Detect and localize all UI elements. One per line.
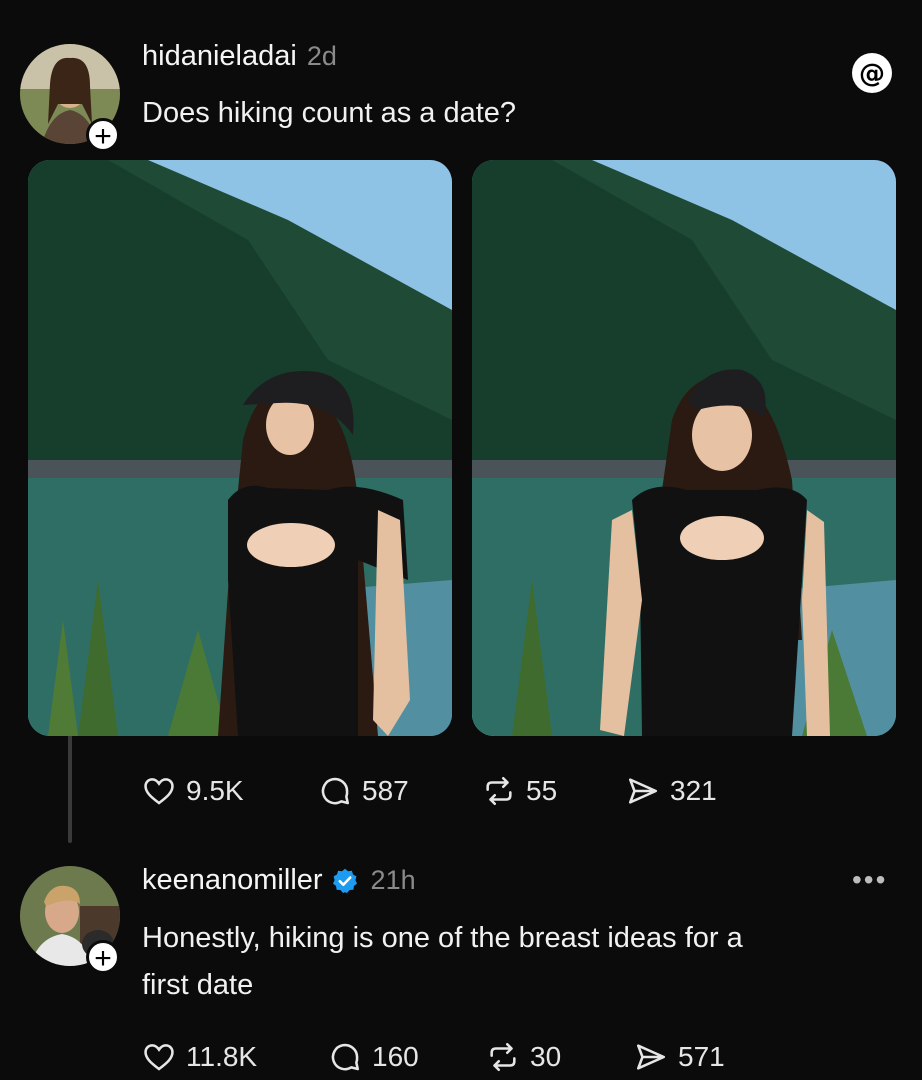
like-action[interactable]: 9.5K	[142, 774, 244, 808]
repost-icon	[486, 776, 512, 806]
like-action[interactable]: 11.8K	[142, 1040, 257, 1074]
threads-logo-icon[interactable]: @	[851, 52, 893, 94]
heart-icon	[144, 1044, 174, 1071]
follow-plus-button[interactable]: +	[86, 940, 120, 975]
post-text: Does hiking count as a date?	[142, 97, 517, 129]
send-icon	[628, 778, 658, 804]
reply-text: Honestly, hiking is one of the breast id…	[142, 915, 912, 1009]
thread-line	[68, 735, 72, 843]
repost-action[interactable]: 55	[482, 774, 557, 808]
reply-action[interactable]: 587	[318, 774, 409, 808]
share-count: 571	[678, 1041, 725, 1072]
photo-image	[28, 160, 452, 736]
reply-action[interactable]: 160	[328, 1040, 419, 1074]
post-photo-2[interactable]	[472, 160, 896, 736]
post-photo-1[interactable]	[28, 160, 452, 736]
like-count: 11.8K	[186, 1041, 258, 1072]
repost-icon	[490, 1042, 516, 1072]
more-options-button[interactable]: •••	[852, 864, 887, 896]
share-action[interactable]: 321	[626, 774, 717, 808]
svg-text:@: @	[859, 59, 885, 89]
reply-count: 587	[362, 775, 409, 806]
reply-username[interactable]: keenanomiller	[142, 864, 323, 897]
share-action[interactable]: 571	[634, 1040, 725, 1074]
repost-count: 30	[530, 1041, 562, 1072]
like-count: 9.5K	[186, 775, 244, 806]
heart-icon	[144, 778, 174, 805]
reply-time: 21h	[370, 865, 416, 895]
post-username[interactable]: hidanieladai	[142, 40, 297, 73]
reply-text-line-2: first date	[142, 969, 254, 1001]
post-time: 2d	[306, 41, 337, 71]
photo-image	[472, 160, 896, 736]
share-count: 321	[670, 775, 717, 806]
comment-icon	[321, 777, 350, 805]
reply-text-line-1: Honestly, hiking is one of the breast id…	[142, 922, 743, 954]
follow-plus-button[interactable]: +	[86, 118, 120, 153]
verified-badge-icon	[332, 868, 357, 893]
send-icon	[636, 1044, 666, 1070]
repost-count: 55	[526, 775, 558, 806]
reply-count: 160	[372, 1041, 419, 1072]
repost-action[interactable]: 30	[486, 1040, 561, 1074]
comment-icon	[331, 1043, 360, 1071]
